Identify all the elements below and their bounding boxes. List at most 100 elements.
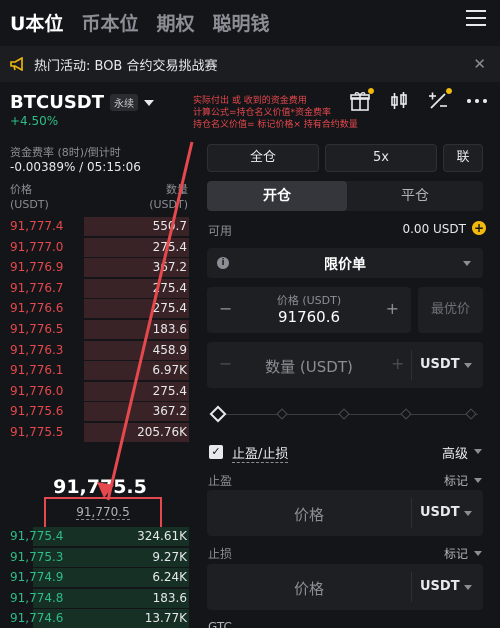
orderbook-quantity: 367.2: [152, 404, 187, 419]
orderbook-row[interactable]: 91,774.9 6.24K: [0, 567, 195, 588]
orderbook-row[interactable]: 91,774.6 13.77K: [0, 608, 195, 628]
orderbook-quantity: 275.4: [152, 239, 187, 254]
margin-mode-button[interactable]: 全仓: [207, 144, 319, 172]
orderbook-row[interactable]: 91,776.5 183.6: [0, 319, 195, 339]
order-type-select[interactable]: i 限价单: [207, 248, 483, 278]
stop-loss-label: 止损: [208, 547, 233, 561]
price-input-value[interactable]: 91760.6: [207, 308, 411, 326]
orderbook-price: 91,775.4: [10, 529, 64, 543]
joint-margin-button[interactable]: 联: [443, 144, 483, 172]
stop-loss-price-input[interactable]: 价格 USDT: [207, 564, 483, 610]
orderbook-row[interactable]: 91,775.6 367.2: [0, 401, 195, 422]
orderbook-row[interactable]: 91,776.3 458.9: [0, 340, 195, 360]
orderbook-row[interactable]: 91,776.0 275.4: [0, 381, 195, 401]
tpsl-label[interactable]: 止盈/止损: [232, 443, 289, 463]
quantity-placeholder: 数量 (USDT): [265, 358, 353, 376]
best-price-button[interactable]: 最优价: [418, 287, 483, 333]
tab-options[interactable]: 期权: [156, 9, 194, 36]
slider-step-50[interactable]: [338, 408, 350, 420]
contract-type-badge: 永续: [110, 94, 139, 111]
orderbook-row[interactable]: 91,776.9 367.2: [0, 257, 195, 278]
add-funds-icon[interactable]: +: [472, 221, 486, 235]
more-icon[interactable]: [466, 90, 488, 112]
tab-smart-money[interactable]: 聪明钱: [212, 9, 269, 36]
qty-header-unit: (USDT): [149, 198, 188, 211]
candlestick-chart-icon[interactable]: [388, 90, 410, 112]
slider-handle[interactable]: [209, 405, 227, 423]
price-header-label: 价格: [10, 183, 32, 196]
chevron-down-icon: [463, 261, 471, 266]
available-balance: 0.00 USDT: [402, 222, 466, 236]
price-input[interactable]: − 价格 (USDT) 91760.6 +: [207, 287, 411, 333]
tab-open-position[interactable]: 开仓: [207, 181, 347, 211]
stop-loss-trigger-select[interactable]: 标记: [444, 545, 468, 562]
orderbook-price: 91,774.8: [10, 590, 64, 605]
orderbook-row[interactable]: 91,776.7 275.4: [0, 278, 195, 298]
take-profit-label: 止盈: [208, 474, 233, 488]
orderbook-price: 91,776.3: [10, 342, 64, 357]
advanced-select[interactable]: 高级: [442, 443, 468, 462]
orderbook-price: 91,775.6: [10, 404, 64, 419]
orderbook-row[interactable]: 91,775.5 205.76K: [0, 422, 195, 442]
orderbook-row[interactable]: 91,777.0 275.4: [0, 237, 195, 257]
orderbook-row[interactable]: 91,775.4 324.61K: [0, 526, 195, 546]
slider-step-100[interactable]: [465, 408, 477, 420]
price-change: +4.50%: [10, 114, 59, 128]
stop-loss-unit-select[interactable]: USDT: [420, 579, 460, 594]
orderbook-quantity: 275.4: [152, 280, 187, 295]
take-profit-price-input[interactable]: 价格 USDT: [207, 490, 483, 536]
orderbook-row[interactable]: 91,776.1 6.97K: [0, 360, 195, 381]
tab-coin-margined[interactable]: 币本位: [81, 9, 138, 36]
symbol-selector[interactable]: BTCUSDT 永续: [10, 92, 155, 113]
annotation-line: 持仓名义价值= 标记价格× 持有合约数量: [193, 120, 358, 130]
gift-icon[interactable]: [349, 88, 374, 112]
top-nav: U本位 币本位 期权 聪明钱: [0, 0, 500, 44]
promo-banner[interactable]: 热门活动: BOB 合约交易挑战赛 ✕: [0, 46, 500, 82]
orderbook-quantity: 183.6: [152, 322, 187, 336]
slider-step-25[interactable]: [276, 408, 288, 420]
open-close-switch: 开仓 平仓: [207, 181, 483, 211]
take-profit-trigger-select[interactable]: 标记: [444, 472, 468, 489]
divider: [411, 350, 412, 380]
quantity-input[interactable]: − 数量 (USDT) + USDT: [207, 342, 483, 388]
quantity-increment-button[interactable]: +: [391, 354, 404, 373]
megaphone-icon: [10, 57, 23, 71]
orderbook-quantity: 367.2: [152, 260, 187, 275]
slider-step-75[interactable]: [400, 408, 412, 420]
orderbook-price-header: 价格 (USDT): [10, 182, 49, 212]
orderbook-price: 91,776.0: [10, 383, 64, 398]
quantity-slider[interactable]: [209, 405, 480, 423]
orderbook-row[interactable]: 91,776.6 275.4: [0, 298, 195, 319]
chevron-down-icon: [464, 511, 472, 516]
orderbook-qty-header: 数量 (USDT): [149, 182, 188, 212]
orderbook-quantity: 550.7: [152, 219, 187, 233]
orderbook-price: 91,776.1: [10, 363, 64, 378]
orderbook-row[interactable]: 91,777.4 550.7: [0, 216, 195, 236]
orderbook-quantity: 6.97K: [152, 363, 187, 378]
tpsl-checkbox[interactable]: ✓: [209, 445, 223, 459]
hamburger-menu-icon[interactable]: [466, 10, 486, 28]
banner-text: 热门活动: BOB 合约交易挑战赛: [34, 58, 218, 74]
tab-close-position[interactable]: 平仓: [347, 181, 483, 211]
orderbook-row[interactable]: 91,774.8 183.6: [0, 588, 195, 608]
take-profit-unit-select[interactable]: USDT: [420, 505, 460, 520]
symbol-name: BTCUSDT: [10, 92, 105, 113]
price-increment-button[interactable]: +: [386, 299, 399, 318]
orderbook-row[interactable]: 91,775.3 9.27K: [0, 547, 195, 567]
tab-usdt-margined[interactable]: U本位: [10, 9, 63, 36]
price-input-caption: 价格 (USDT): [276, 294, 342, 307]
orderbook-price: 91,775.5: [10, 425, 64, 439]
quantity-unit-select[interactable]: USDT: [420, 357, 460, 372]
mark-price[interactable]: 91,770.5: [76, 505, 130, 520]
funding-rate-label: 资金费率 (8时)/倒计时: [10, 146, 121, 159]
last-price[interactable]: 91,775.5: [0, 476, 200, 498]
stop-loss-placeholder: 价格: [293, 580, 324, 598]
calculator-icon[interactable]: [427, 88, 452, 112]
orderbook-quantity: 9.27K: [152, 549, 187, 564]
leverage-button[interactable]: 5x: [325, 144, 437, 172]
time-in-force-select[interactable]: GTC: [208, 620, 232, 628]
orderbook-price: 91,776.7: [10, 280, 64, 295]
orderbook-quantity: 458.9: [152, 342, 187, 357]
close-icon[interactable]: ✕: [473, 55, 486, 73]
orderbook-quantity: 275.4: [152, 383, 187, 398]
